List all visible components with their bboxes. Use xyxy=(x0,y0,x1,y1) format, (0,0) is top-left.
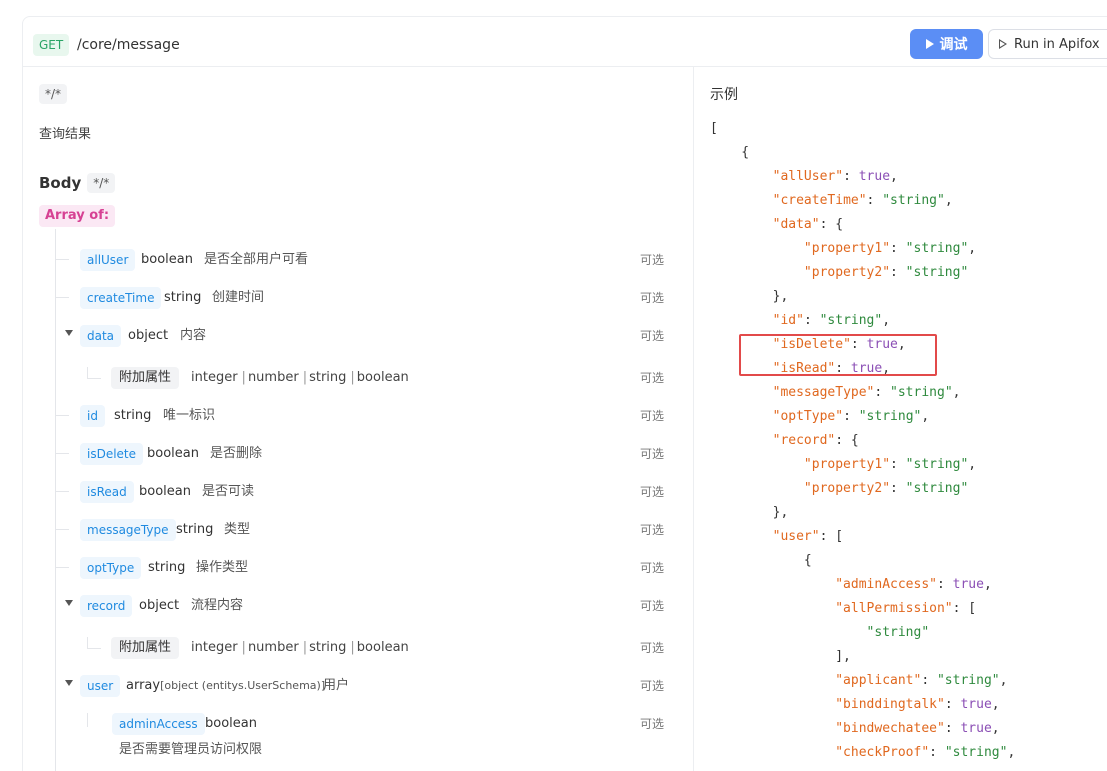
schema-row-record[interactable]: record object 流程内容 可选 xyxy=(23,591,693,621)
field-type: string xyxy=(148,560,186,575)
schema-panel: */* 查询结果 Body */* Array of: allUser bool… xyxy=(23,67,693,771)
field-type: boolean xyxy=(147,446,199,461)
run-in-apifox-button[interactable]: Run in Apifox xyxy=(988,29,1107,59)
body-title: Body xyxy=(39,174,82,192)
field-name-tag: user xyxy=(80,675,121,697)
schema-row-id[interactable]: id string 唯一标识 可选 xyxy=(23,401,693,431)
optional-label: 可选 xyxy=(640,717,665,731)
debug-button-label: 调试 xyxy=(939,37,968,53)
additional-properties-types: integer | number | string | boolean xyxy=(191,370,409,385)
run-in-apifox-label: Run in Apifox xyxy=(1014,36,1100,52)
field-description: 是否需要管理员访问权限 xyxy=(119,742,263,757)
tree-branch xyxy=(55,415,69,416)
additional-properties-tag: 附加属性 xyxy=(111,637,180,659)
example-panel: 示例 [ { "allUser": true, "createTime": "s… xyxy=(694,67,1107,771)
json-example-code[interactable]: [ { "allUser": true, "createTime": "stri… xyxy=(710,117,1015,765)
schema-row-messageType[interactable]: messageType string 类型 可选 xyxy=(23,515,693,545)
additional-properties-tag: 附加属性 xyxy=(111,367,180,389)
play-outline-icon xyxy=(999,39,1007,49)
tree-branch xyxy=(87,378,101,379)
field-description: 用户 xyxy=(323,678,350,693)
optional-label: 可选 xyxy=(640,291,665,305)
tree-branch xyxy=(55,259,69,260)
schema-row-record-additional: 附加属性 integer | number | string | boolean 可选 xyxy=(23,633,693,663)
field-type: object xyxy=(128,328,169,343)
tree-branch xyxy=(87,713,88,727)
tree-branch xyxy=(55,491,69,492)
debug-button[interactable]: 调试 xyxy=(910,29,983,59)
optional-label: 可选 xyxy=(640,329,665,343)
field-type: string xyxy=(176,522,214,537)
field-name-tag: createTime xyxy=(80,287,162,309)
schema-row-user[interactable]: user array[object (entitys.UserSchema)] … xyxy=(23,671,693,701)
optional-label: 可选 xyxy=(640,371,665,385)
field-name-tag: messageType xyxy=(80,519,176,541)
body-heading: Body */* xyxy=(39,173,116,193)
field-description: 是否全部用户可看 xyxy=(204,252,309,267)
field-name-tag: record xyxy=(80,595,133,617)
field-name-tag: id xyxy=(80,405,105,427)
optional-label: 可选 xyxy=(640,561,665,575)
optional-label: 可选 xyxy=(640,485,665,499)
caret-down-icon[interactable] xyxy=(65,330,73,336)
field-name-tag: isRead xyxy=(80,481,134,503)
field-description: 类型 xyxy=(224,522,251,537)
schema-row-createTime[interactable]: createTime string 创建时间 可选 xyxy=(23,283,693,313)
field-type: boolean xyxy=(139,484,191,499)
highlight-box xyxy=(739,334,937,376)
tree-branch xyxy=(87,648,101,649)
tree-branch xyxy=(55,529,69,530)
field-description: 创建时间 xyxy=(212,290,265,305)
body-media-tag: */* xyxy=(87,173,116,193)
field-type: boolean xyxy=(205,716,257,731)
field-description: 唯一标识 xyxy=(163,408,216,423)
schema-row-data-additional: 附加属性 integer | number | string | boolean 可选 xyxy=(23,363,693,393)
tree-branch xyxy=(55,567,69,568)
endpoint-bar: GET /core/message 调试 Run in Apifox xyxy=(23,23,1107,67)
field-name-tag: data xyxy=(80,325,122,347)
http-method-badge: GET xyxy=(33,34,70,56)
field-name-tag: adminAccess xyxy=(112,713,205,735)
schema-row-allUser[interactable]: allUser boolean 是否全部用户可看 可选 xyxy=(23,245,693,275)
field-type: string xyxy=(164,290,202,305)
field-name-tag: allUser xyxy=(80,249,136,271)
play-icon xyxy=(925,39,934,49)
schema-row-adminAccess[interactable]: adminAccess boolean 可选 是否需要管理员访问权限 xyxy=(23,709,693,761)
field-description: 是否删除 xyxy=(210,446,263,461)
field-description: 操作类型 xyxy=(196,560,249,575)
field-type: string xyxy=(114,408,152,423)
field-name-tag: isDelete xyxy=(80,443,144,465)
schema-row-isRead[interactable]: isRead boolean 是否可读 可选 xyxy=(23,477,693,507)
endpoint-path: /core/message xyxy=(77,37,180,53)
schema-row-data[interactable]: data object 内容 可选 xyxy=(23,321,693,351)
field-type: object xyxy=(139,598,180,613)
optional-label: 可选 xyxy=(640,447,665,461)
response-description: 查询结果 xyxy=(39,127,92,142)
optional-label: 可选 xyxy=(640,253,665,267)
field-type: array[object (entitys.UserSchema)] xyxy=(126,678,326,693)
field-description: 是否可读 xyxy=(202,484,255,499)
caret-down-icon[interactable] xyxy=(65,680,73,686)
optional-label: 可选 xyxy=(640,679,665,693)
api-doc-panel: GET /core/message 调试 Run in Apifox */* 查… xyxy=(22,16,1107,771)
optional-label: 可选 xyxy=(640,599,665,613)
array-of-tag: Array of: xyxy=(39,205,116,227)
optional-label: 可选 xyxy=(640,409,665,423)
example-title: 示例 xyxy=(710,87,738,103)
media-type-tag: */* xyxy=(39,84,68,104)
optional-label: 可选 xyxy=(640,523,665,537)
schema-row-isDelete[interactable]: isDelete boolean 是否删除 可选 xyxy=(23,439,693,469)
field-name-tag: optType xyxy=(80,557,142,579)
tree-branch xyxy=(55,297,69,298)
optional-label: 可选 xyxy=(640,641,665,655)
field-description: 内容 xyxy=(180,328,207,343)
tree-branch xyxy=(55,453,69,454)
caret-down-icon[interactable] xyxy=(65,600,73,606)
schema-row-optType[interactable]: optType string 操作类型 可选 xyxy=(23,553,693,583)
field-type: boolean xyxy=(141,252,193,267)
field-description: 流程内容 xyxy=(191,598,244,613)
additional-properties-types: integer | number | string | boolean xyxy=(191,640,409,655)
